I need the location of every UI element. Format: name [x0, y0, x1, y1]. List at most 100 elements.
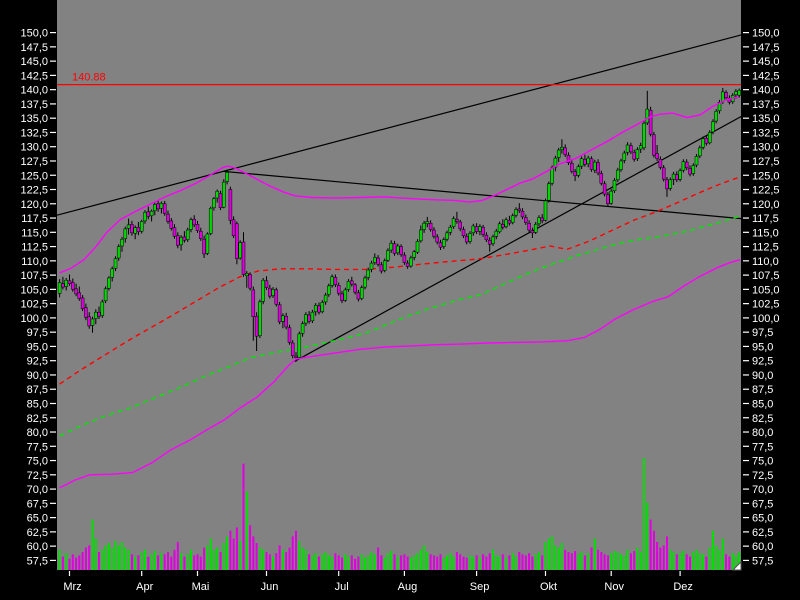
- candle-up: [180, 237, 183, 244]
- volume-bar: [679, 553, 681, 570]
- volume-bar: [499, 557, 501, 570]
- candle-down: [465, 236, 468, 242]
- volume-bar: [200, 557, 202, 570]
- candle-up: [702, 139, 705, 148]
- candle-up: [239, 243, 242, 258]
- candle-up: [478, 227, 481, 232]
- y-tick-label-right: 140,0: [752, 85, 780, 97]
- y-tick-label-left: 90,0: [27, 370, 48, 382]
- y-tick-label-left: 107,5: [20, 270, 48, 282]
- candle-down: [255, 316, 258, 336]
- candle-up: [587, 158, 590, 164]
- alarm-price-label: 140.88: [72, 72, 106, 84]
- volume-bar: [617, 552, 619, 570]
- y-tick-label-left: 60,0: [27, 541, 48, 553]
- volume-bar: [568, 552, 570, 570]
- y-tick-label-right: 75,0: [752, 456, 773, 468]
- candle-up: [107, 278, 110, 288]
- y-tick-label-left: 150,0: [20, 28, 48, 40]
- volume-bar: [531, 557, 533, 570]
- candle-down: [675, 175, 678, 180]
- volume-bar: [705, 557, 707, 570]
- volume-bar: [380, 555, 382, 570]
- volume-bar: [495, 555, 497, 570]
- y-tick-label-right: 147,5: [752, 42, 780, 54]
- volume-bar: [591, 548, 593, 570]
- candle-down: [393, 244, 396, 254]
- volume-bar: [147, 557, 149, 570]
- candle-down: [725, 93, 728, 98]
- volume-bar: [193, 555, 195, 570]
- volume-bar: [354, 559, 356, 570]
- volume-bar: [459, 554, 461, 570]
- candle-up: [226, 172, 229, 181]
- volume-bar: [689, 557, 691, 570]
- volume-bar: [279, 545, 281, 570]
- volume-bar: [160, 553, 162, 570]
- candle-up: [419, 230, 422, 241]
- candle-up: [222, 182, 225, 207]
- volume-bar: [673, 552, 675, 570]
- y-tick-label-right: 100,0: [752, 313, 780, 325]
- candle-down: [432, 230, 435, 236]
- plot-area[interactable]: [57, 0, 741, 570]
- y-tick-label-right: 82,5: [752, 413, 773, 425]
- candle-up: [449, 227, 452, 232]
- y-tick-label-left: 120,0: [20, 199, 48, 211]
- volume-bar: [298, 541, 300, 570]
- y-tick-label-right: 132,5: [752, 128, 780, 140]
- y-tick-label-left: 112,5: [21, 242, 48, 254]
- volume-bar: [233, 539, 235, 570]
- candle-down: [173, 228, 176, 237]
- y-tick-label-left: 145,0: [20, 56, 48, 68]
- candle-up: [216, 191, 219, 198]
- volume-bar: [492, 550, 494, 570]
- candle-up: [547, 184, 550, 201]
- volume-bar: [682, 551, 684, 570]
- y-tick-label-right: 142,5: [752, 70, 780, 82]
- y-tick-label-left: 135,0: [20, 113, 48, 125]
- y-tick-label-left: 95,0: [27, 341, 48, 353]
- candle-down: [400, 247, 403, 255]
- candle-down: [137, 227, 140, 232]
- volume-bar: [282, 550, 284, 570]
- volume-bar: [62, 557, 64, 570]
- y-tick-label-left: 125,0: [20, 170, 48, 182]
- y-tick-label-left: 82,5: [27, 413, 48, 425]
- volume-bar: [344, 554, 346, 570]
- candle-up: [416, 241, 419, 252]
- volume-bar: [384, 558, 386, 570]
- candle-down: [521, 211, 524, 217]
- candle-down: [78, 293, 81, 299]
- y-tick-label-right: 65,0: [752, 513, 773, 525]
- candle-down: [488, 240, 491, 244]
- volume-bar: [328, 555, 330, 570]
- candle-down: [318, 306, 321, 312]
- volume-bar: [669, 550, 671, 570]
- volume-bar: [715, 545, 717, 570]
- volume-bar: [446, 555, 448, 570]
- y-tick-label-left: 137,5: [20, 99, 48, 111]
- volume-bar: [564, 550, 566, 570]
- candle-down: [459, 222, 462, 229]
- volume-bar: [131, 554, 133, 570]
- y-tick-label-right: 97,5: [752, 327, 773, 339]
- candle-up: [160, 203, 163, 208]
- candle-down: [252, 290, 255, 317]
- candle-down: [308, 315, 311, 321]
- candle-down: [350, 281, 353, 284]
- volume-bar: [203, 548, 205, 570]
- volume-bar: [400, 555, 402, 570]
- candle-up: [150, 211, 153, 216]
- volume-bar: [633, 551, 635, 570]
- y-tick-label-left: 122,5: [20, 185, 48, 197]
- candle-up: [715, 111, 718, 121]
- candle-down: [295, 356, 298, 358]
- candle-up: [262, 280, 265, 301]
- volume-bar: [600, 552, 602, 570]
- candle-up: [209, 208, 212, 233]
- volume-bar: [144, 550, 146, 570]
- volume-bar: [367, 555, 369, 570]
- volume-bar: [180, 553, 182, 570]
- volume-bar: [397, 557, 399, 570]
